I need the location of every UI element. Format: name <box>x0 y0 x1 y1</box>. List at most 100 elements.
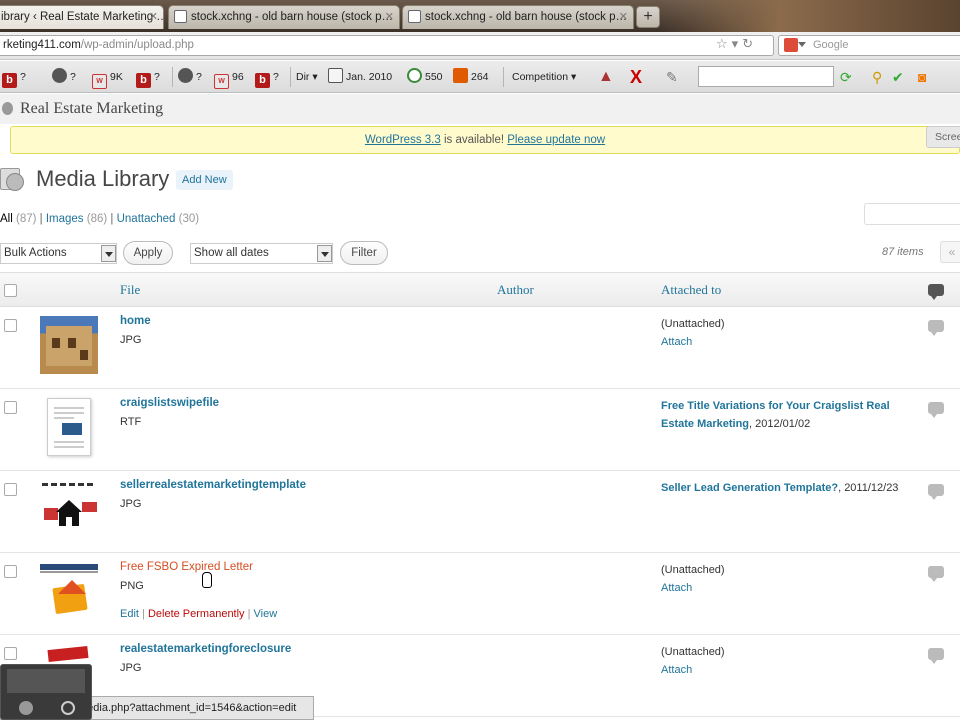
toolbar-divider <box>172 67 173 87</box>
fsbo-letter-thumbnail[interactable] <box>40 562 98 620</box>
reload-icon[interactable]: ↻ <box>742 36 757 51</box>
overlay-thumbnail <box>7 669 85 693</box>
row-checkbox[interactable] <box>4 401 17 414</box>
addon-value: 9K <box>110 71 123 83</box>
addon-item[interactable]: Jan. 2010 <box>328 68 392 86</box>
wordpress-version-link[interactable]: WordPress 3.3 <box>365 134 441 146</box>
play-icon[interactable] <box>61 701 75 715</box>
column-attached-to[interactable]: Attached to <box>661 282 721 298</box>
note-icon[interactable]: ✎ <box>666 68 678 86</box>
hat-icon[interactable]: ▲ <box>598 68 614 86</box>
view-link[interactable]: View <box>254 608 278 620</box>
refresh-icon[interactable]: ⟳ <box>840 68 852 86</box>
row-checkbox[interactable] <box>4 319 17 332</box>
dir-menu[interactable]: Dir ▾ <box>296 68 318 86</box>
document-thumbnail[interactable] <box>47 398 91 456</box>
addon-item[interactable]: 550 <box>407 68 443 86</box>
first-page-button[interactable]: « <box>940 241 960 263</box>
addon-item[interactable]: b? <box>2 68 26 88</box>
browser-tab-media-library[interactable]: ibrary ‹ Real Estate Marketing … ✕ <box>0 5 164 29</box>
toolbar-search-input[interactable] <box>698 66 834 87</box>
comments-column-icon[interactable] <box>928 284 944 300</box>
filter-count: (86) <box>86 213 108 225</box>
site-title[interactable]: Real Estate Marketing <box>20 100 163 118</box>
gear-icon <box>52 68 67 83</box>
attach-link[interactable]: Attach <box>661 661 901 679</box>
attach-link[interactable]: Attach <box>661 333 901 351</box>
column-author[interactable]: Author <box>497 282 534 298</box>
screen-options-button[interactable]: Scree <box>926 126 960 148</box>
addon-item[interactable]: ? <box>178 68 202 86</box>
update-now-link[interactable]: Please update now <box>507 134 605 146</box>
row-checkbox[interactable] <box>4 565 17 578</box>
filter-button[interactable]: Filter <box>340 241 388 265</box>
favicon-icon <box>174 10 187 23</box>
addon-item[interactable]: W 9K <box>92 68 123 89</box>
row-checkbox[interactable] <box>4 647 17 660</box>
filter-all[interactable]: All <box>0 213 13 225</box>
browser-search-input[interactable]: Google <box>778 35 960 56</box>
attached-date: , 2011/12/23 <box>838 482 899 494</box>
rss-icon[interactable]: ◙ <box>918 68 926 86</box>
page-title: Media Library <box>36 166 170 191</box>
attached-date: , 2012/01/02 <box>749 418 811 430</box>
new-tab-button[interactable]: + <box>636 6 660 28</box>
file-name-link[interactable]: craigslistswipefile <box>120 397 219 409</box>
browser-tab-stockxchng-2[interactable]: stock.xchng - old barn house (stock p… ✕ <box>402 5 634 29</box>
column-file[interactable]: File <box>120 282 140 298</box>
home-thumbnail[interactable] <box>40 316 98 374</box>
media-filter-links: All (87) | Images (86) | Unattached (30) <box>0 213 199 225</box>
bulk-actions-select[interactable]: Bulk Actions <box>0 243 117 264</box>
update-notice: WordPress 3.3 is available! Please updat… <box>10 126 960 154</box>
media-library-icon <box>0 164 26 194</box>
table-row: Free FSBO Expired Letter PNG Edit | Dele… <box>0 553 960 635</box>
chevron-down-icon[interactable] <box>798 42 806 47</box>
browser-tab-stockxchng-1[interactable]: stock.xchng - old barn house (stock p… ✕ <box>168 5 400 29</box>
row-checkbox[interactable] <box>4 483 17 496</box>
x-icon[interactable]: X <box>630 68 642 86</box>
filter-unattached[interactable]: Unattached <box>117 213 176 225</box>
search-media-input[interactable] <box>864 203 960 225</box>
addon-item[interactable]: 264 <box>453 68 489 86</box>
bookmark-star-icon[interactable]: ☆ <box>716 36 732 51</box>
filter-images[interactable]: Images <box>46 213 84 225</box>
check-icon[interactable]: ✔ <box>892 68 904 86</box>
seller-template-thumbnail[interactable] <box>40 480 98 538</box>
attached-to: (Unattached) Attach <box>661 561 901 597</box>
addon-item[interactable]: ? <box>52 68 76 86</box>
toolbar-divider <box>290 67 291 87</box>
file-name-link[interactable]: sellerrealestatemarketingtemplate <box>120 479 306 491</box>
addon-item[interactable]: b? <box>255 68 279 88</box>
dates-select[interactable]: Show all dates <box>190 243 333 264</box>
toolbar-divider <box>503 67 504 87</box>
url-bar[interactable]: rketing411.com/wp-admin/upload.php <box>0 35 774 56</box>
close-icon[interactable]: ✕ <box>619 6 628 28</box>
addon-item[interactable]: W 96 <box>214 68 244 89</box>
file-type: JPG <box>120 662 142 674</box>
close-icon[interactable]: ✕ <box>385 6 394 28</box>
square-icon <box>453 68 468 83</box>
close-icon[interactable]: ✕ <box>149 6 158 28</box>
separator: | <box>244 608 254 620</box>
file-name-link[interactable]: Free FSBO Expired Letter <box>120 561 253 573</box>
dropdown-arrow-icon[interactable]: ▾ <box>732 36 743 51</box>
attached-status: (Unattached) <box>661 318 725 330</box>
separator: | <box>107 213 117 225</box>
attach-link[interactable]: Attach <box>661 579 901 597</box>
addon-item[interactable]: b? <box>136 68 160 88</box>
file-name-link[interactable]: realestatemarketingforeclosure <box>120 643 291 655</box>
w-icon: W <box>214 74 229 89</box>
apply-button[interactable]: Apply <box>123 241 173 265</box>
b-icon: b <box>255 73 270 88</box>
select-all-checkbox[interactable] <box>4 284 17 297</box>
delete-permanently-link[interactable]: Delete Permanently <box>148 608 245 620</box>
undo-icon[interactable] <box>19 701 33 715</box>
attached-post-link[interactable]: Seller Lead Generation Template? <box>661 482 838 494</box>
add-new-button[interactable]: Add New <box>176 170 233 190</box>
edit-link[interactable]: Edit <box>120 608 139 620</box>
file-name-link[interactable]: home <box>120 315 151 327</box>
wordpress-logo-icon[interactable] <box>2 102 13 115</box>
attached-to: Free Title Variations for Your Craigslis… <box>661 397 901 433</box>
competition-menu[interactable]: Competition ▾ <box>512 68 576 86</box>
link-icon[interactable]: ⚲ <box>872 68 882 86</box>
